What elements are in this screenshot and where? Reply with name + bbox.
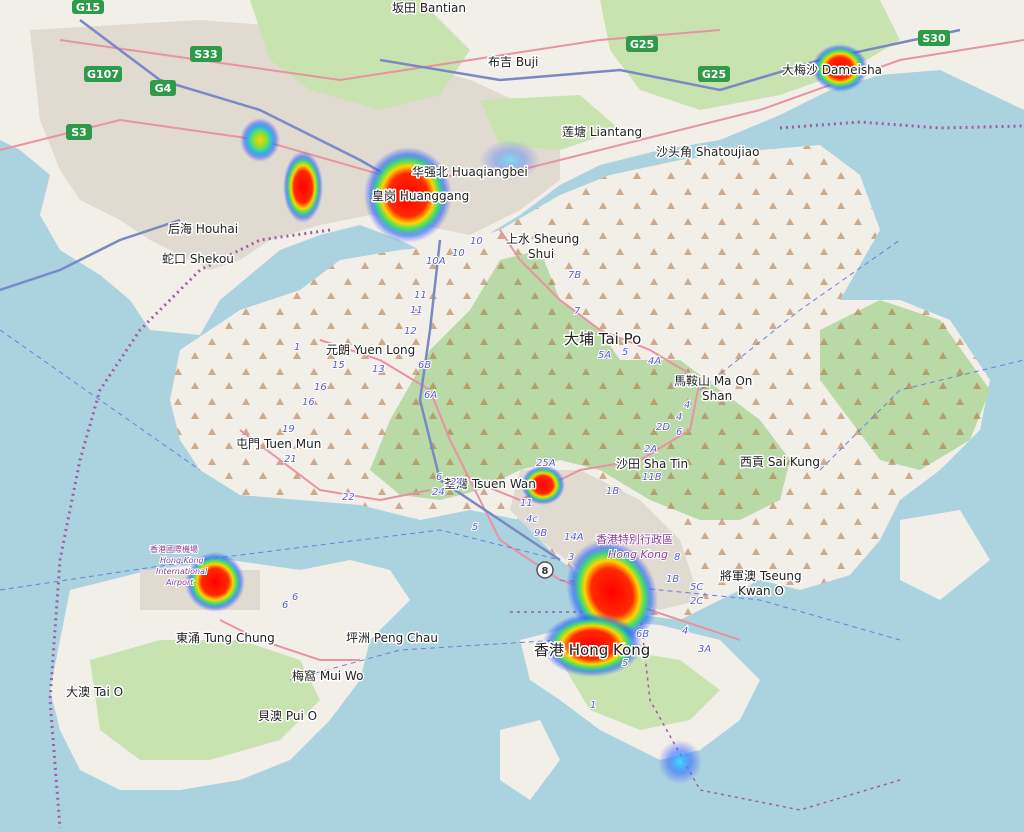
route-number: 5C <box>690 582 703 593</box>
label-airport-en1: Hong Kong <box>160 556 204 565</box>
route-number: 2A <box>644 444 657 455</box>
route-number: 4 <box>682 626 688 637</box>
route-number: 3 <box>568 552 574 563</box>
route-number: 16 <box>314 382 327 393</box>
route-number: 10 <box>470 236 483 247</box>
label-tung-chung: 東涌 Tung Chung <box>176 631 275 645</box>
label-hksar-en: Hong Kong <box>608 548 668 561</box>
label-dameisha: 大梅沙 Dameisha <box>782 62 882 77</box>
route-number: 5 <box>472 522 478 533</box>
label-bantian: 坂田 Bantian <box>392 1 466 15</box>
heat-stanley <box>658 740 702 784</box>
shield-s30: S30 <box>922 32 946 45</box>
label-airport-zh: 香港國際機場 <box>150 544 198 554</box>
label-sha-tin: 沙田 Sha Tin <box>616 457 688 471</box>
route-number: 3A <box>698 644 711 655</box>
sar-border <box>779 120 1024 130</box>
label-tai-po: 大埔 Tai Po <box>564 330 641 348</box>
route-number: 11 <box>414 290 427 301</box>
route-number: 7 <box>574 306 581 317</box>
route-number: 7B <box>568 270 581 281</box>
route-number: 25A <box>536 458 556 469</box>
route-number: 2C <box>690 596 703 607</box>
label-hksar: 香港特別行政區 <box>596 532 673 546</box>
route-number: 6 <box>436 472 442 483</box>
label-airport-en2: International <box>156 567 208 576</box>
shield-g25-a: G25 <box>630 38 654 51</box>
label-tuen-mun: 屯門 Tuen Mun <box>236 437 321 451</box>
label-liantang: 莲塘 Liantang <box>562 124 642 139</box>
route-number: 9B <box>534 528 547 539</box>
label-tseung-kwan-o: 將軍澳 Tseung <box>720 568 802 583</box>
route-number: 4 <box>684 400 690 411</box>
route-number: 14A <box>564 532 584 543</box>
route-number: 4c <box>526 514 538 525</box>
label-hong-kong: 香港 Hong Kong <box>534 641 650 659</box>
route-8-marker: 8 <box>536 561 554 579</box>
route-number: 13 <box>372 364 385 375</box>
route-number: 24 <box>450 477 463 488</box>
label-yuen-long: 元朗 Yuen Long <box>326 343 415 357</box>
lamma <box>500 720 560 800</box>
route-number: 6 <box>292 592 298 603</box>
route-number: 8 <box>674 552 680 563</box>
map-view[interactable]: G15 S33 G107 G4 S3 G25 G25 S30 坂田 Bantia… <box>0 0 1024 829</box>
route-number: 16 <box>302 397 315 408</box>
route-number: 6B <box>636 629 649 640</box>
route-number: 10A <box>426 256 446 267</box>
route-number: 15 <box>332 360 345 371</box>
route-number: 1 <box>590 700 596 711</box>
route-number: 12 <box>404 326 417 337</box>
route-number: 5 <box>622 658 628 669</box>
route-number: 11B <box>642 472 662 483</box>
route-number: 19 <box>282 424 295 435</box>
label-huaqiangbei: 华强北 Huaqiangbei <box>412 165 528 179</box>
label-ma-on-shan: 馬鞍山 Ma On <box>674 373 752 388</box>
label-tai-o: 大澳 Tai O <box>66 685 123 699</box>
label-airport-en3: Airport <box>165 578 194 587</box>
route-number: 4A <box>648 356 661 367</box>
route-number: 6B <box>418 360 431 371</box>
heat-futian-west <box>283 151 323 223</box>
shield-g4: G4 <box>155 82 172 95</box>
label-buji: 布吉 Buji <box>488 55 538 69</box>
label-mui-wo: 梅窩 Mui Wo <box>292 668 363 683</box>
shield-g15: G15 <box>76 1 100 14</box>
islands-east <box>900 510 990 600</box>
route-number: 11 <box>410 305 423 316</box>
svg-text:8: 8 <box>542 566 549 577</box>
route-number: 5 <box>622 347 628 358</box>
heat-nanshan <box>240 118 280 162</box>
label-sheung-shui-2: Shui <box>528 247 554 261</box>
label-tseung-kwan-o-2: Kwan O <box>738 584 784 598</box>
route-number: 1B <box>666 574 679 585</box>
route-number: 1B <box>606 486 619 497</box>
shield-s3: S3 <box>71 126 87 139</box>
route-number: 5A <box>598 350 611 361</box>
route-number: 22 <box>342 492 355 503</box>
shield-s33: S33 <box>194 48 217 61</box>
route-number: 24 <box>432 487 445 498</box>
label-shekou: 蛇口 Shekou <box>162 251 234 266</box>
label-ma-on-shan-2: Shan <box>702 389 732 403</box>
route-number: 10 <box>452 248 465 259</box>
route-number: 1 <box>294 342 300 353</box>
route-number: 2D <box>656 422 670 433</box>
route-number: 4 <box>676 412 682 423</box>
route-number: 6A <box>424 390 437 401</box>
route-number: 21 <box>284 454 297 465</box>
route-number: 11 <box>520 498 533 509</box>
label-huanggang: 皇岗 Huanggang <box>372 189 469 203</box>
route-number: 6 <box>676 427 682 438</box>
map-canvas[interactable]: G15 S33 G107 G4 S3 G25 G25 S30 坂田 Bantia… <box>0 0 1024 829</box>
label-houhai: 后海 Houhai <box>168 221 238 236</box>
label-sai-kung: 西貢 Sai Kung <box>740 455 820 469</box>
label-peng-chau: 坪洲 Peng Chau <box>346 631 438 645</box>
shield-g107: G107 <box>87 68 119 81</box>
shield-g25-b: G25 <box>702 68 726 81</box>
route-number: 6 <box>282 600 288 611</box>
label-pui-o: 貝澳 Pui O <box>258 709 317 723</box>
label-shatoujiao: 沙头角 Shatoujiao <box>656 145 759 159</box>
label-sheung-shui: 上水 Sheung <box>506 232 579 246</box>
